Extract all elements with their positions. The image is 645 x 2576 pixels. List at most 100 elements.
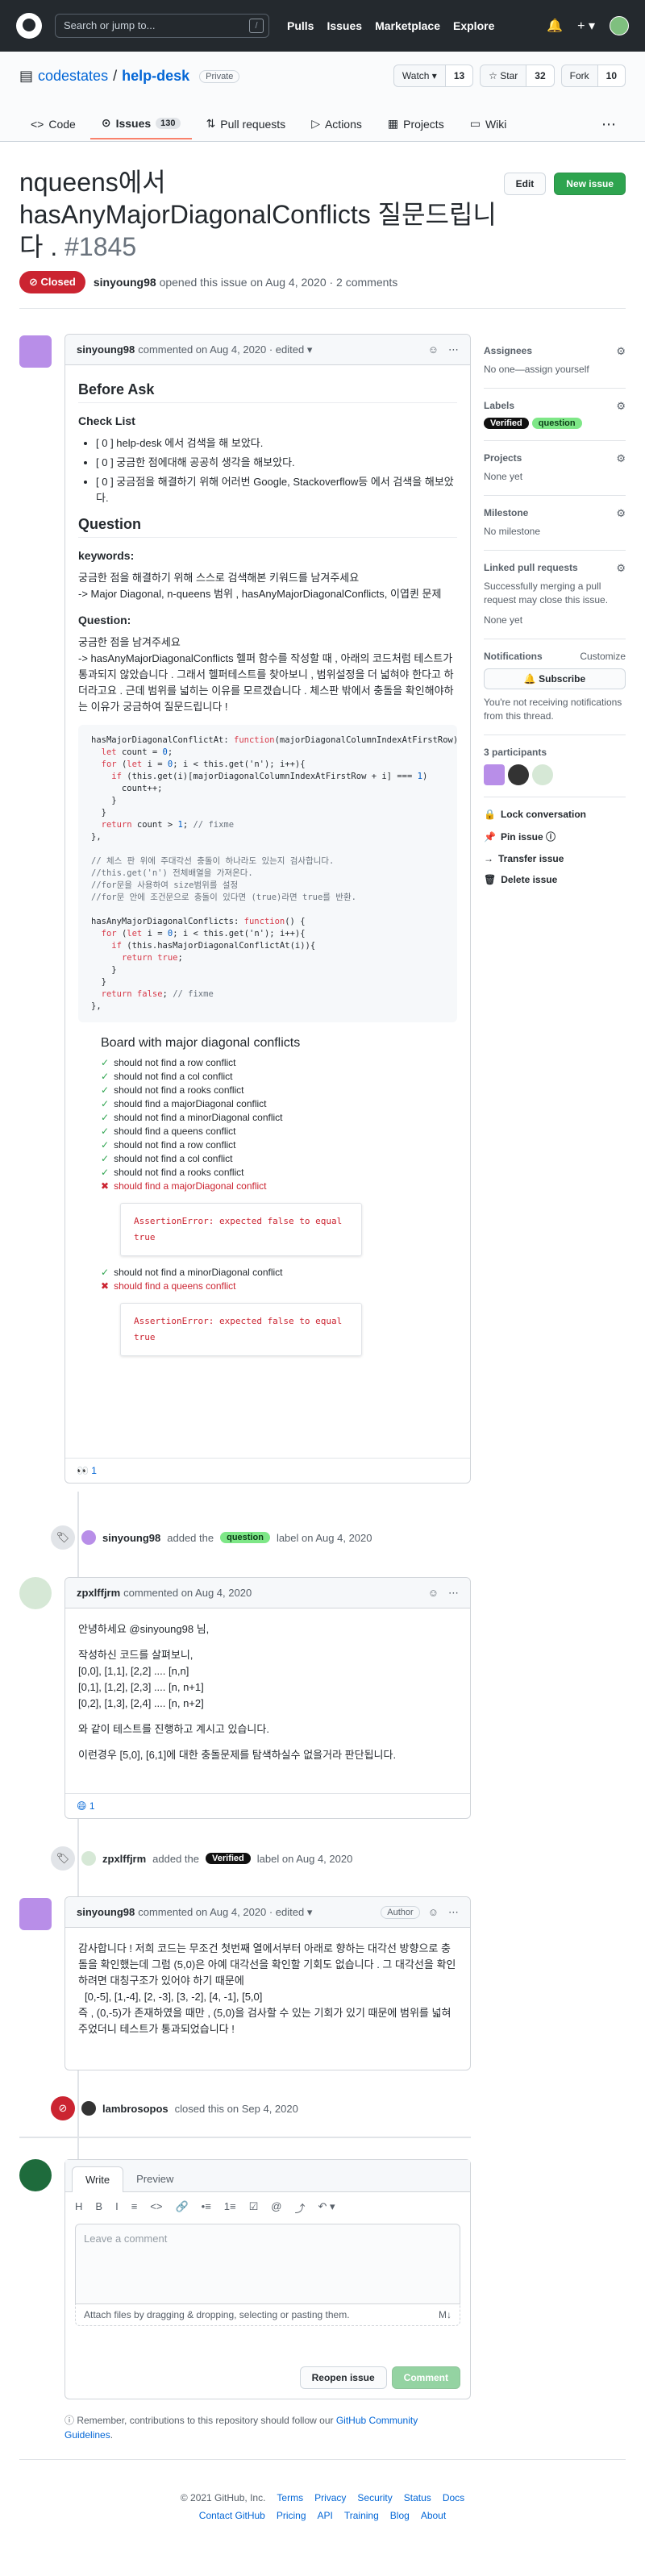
tab-preview[interactable]: Preview bbox=[123, 2166, 186, 2191]
numbered-list-icon[interactable]: 1≡ bbox=[224, 2200, 236, 2216]
event-author[interactable]: lambrosopos bbox=[102, 2103, 169, 2115]
bold-icon[interactable]: B bbox=[95, 2200, 102, 2216]
label-question[interactable]: question bbox=[531, 418, 582, 429]
edit-button[interactable]: Edit bbox=[503, 173, 547, 195]
avatar[interactable] bbox=[484, 764, 505, 785]
comment-textarea[interactable]: Leave a comment bbox=[75, 2224, 460, 2304]
star-button[interactable]: ☆ Star 32 bbox=[480, 65, 555, 87]
avatar[interactable] bbox=[19, 335, 52, 368]
bullet-list-icon[interactable]: •≡ bbox=[202, 2200, 211, 2216]
footer-link[interactable]: About bbox=[421, 2510, 446, 2521]
transfer-issue-button[interactable]: → Transfer issue bbox=[484, 853, 626, 864]
avatar[interactable] bbox=[19, 1898, 52, 1930]
heading-icon[interactable]: H bbox=[75, 2200, 82, 2216]
comment-button[interactable]: Comment bbox=[391, 2366, 460, 2389]
italic-icon[interactable]: I bbox=[115, 2200, 119, 2216]
star-count[interactable]: 32 bbox=[526, 65, 554, 86]
paragraph: 와 같이 테스트를 진행하고 계시고 있습니다. bbox=[78, 1723, 269, 1735]
kebab-menu-icon[interactable]: ⋯ bbox=[448, 343, 459, 356]
code-icon[interactable]: <> bbox=[150, 2200, 162, 2216]
issue-author-link[interactable]: sinyoung98 bbox=[94, 276, 156, 289]
github-logo-icon[interactable] bbox=[16, 13, 42, 39]
footer-link[interactable]: Pricing bbox=[277, 2510, 306, 2521]
watch-count[interactable]: 13 bbox=[444, 65, 473, 86]
gear-icon[interactable]: ⚙ bbox=[616, 507, 626, 520]
nav-explore[interactable]: Explore bbox=[453, 19, 494, 32]
footer-link[interactable]: API bbox=[318, 2510, 333, 2521]
smiley-icon[interactable]: ☺ bbox=[428, 1906, 439, 1919]
tab-projects[interactable]: ▦ Projects bbox=[377, 108, 456, 139]
nav-issues[interactable]: Issues bbox=[327, 19, 362, 32]
label-verified[interactable]: Verified bbox=[206, 1853, 251, 1864]
gear-icon[interactable]: ⚙ bbox=[616, 400, 626, 413]
tab-pull-requests[interactable]: ⇅ Pull requests bbox=[195, 108, 298, 139]
new-issue-button[interactable]: New issue bbox=[554, 173, 626, 195]
event-author[interactable]: zpxlffjrm bbox=[102, 1853, 146, 1865]
reopen-issue-button[interactable]: Reopen issue bbox=[299, 2366, 387, 2389]
avatar[interactable] bbox=[508, 764, 529, 785]
quote-icon[interactable]: ≡ bbox=[131, 2200, 138, 2216]
delete-issue-button[interactable]: 🗑 Delete issue bbox=[484, 874, 626, 885]
customize-link[interactable]: Customize bbox=[580, 651, 626, 662]
footer-link[interactable]: Security bbox=[357, 2492, 392, 2503]
comment-meta[interactable]: commented on Aug 4, 2020 · edited ▾ bbox=[138, 1906, 312, 1919]
avatar[interactable] bbox=[19, 2159, 52, 2191]
comment-author-link[interactable]: zpxlffjrm bbox=[77, 1587, 120, 1599]
plus-menu-icon[interactable]: + ▾ bbox=[577, 18, 595, 34]
tab-actions[interactable]: ▷ Actions bbox=[300, 108, 373, 139]
reaction-smile[interactable]: 😄 1 bbox=[65, 1793, 470, 1818]
repo-owner-link[interactable]: codestates bbox=[38, 68, 108, 85]
avatar[interactable] bbox=[81, 1851, 96, 1866]
search-input[interactable]: Search or jump to... / bbox=[55, 14, 269, 38]
footer-link[interactable]: Status bbox=[404, 2492, 431, 2503]
avatar[interactable] bbox=[81, 2101, 96, 2116]
reply-icon[interactable]: ↶ ▾ bbox=[318, 2200, 335, 2216]
link-icon[interactable]: 🔗 bbox=[175, 2200, 188, 2216]
kebab-menu-icon[interactable]: ⋯ bbox=[448, 1906, 459, 1919]
nav-marketplace[interactable]: Marketplace bbox=[375, 19, 440, 32]
pin-issue-button[interactable]: 📌 Pin issue ⓘ bbox=[484, 830, 626, 843]
label-question[interactable]: question bbox=[220, 1532, 270, 1543]
smiley-icon[interactable]: ☺ bbox=[428, 343, 439, 356]
footer-link[interactable]: Terms bbox=[277, 2492, 303, 2503]
nav-pulls[interactable]: Pulls bbox=[287, 19, 314, 32]
footer-link[interactable]: Privacy bbox=[314, 2492, 346, 2503]
more-options-icon[interactable]: ⋯ bbox=[601, 116, 616, 133]
gear-icon[interactable]: ⚙ bbox=[616, 562, 626, 575]
label-verified[interactable]: Verified bbox=[484, 418, 529, 429]
reference-icon[interactable]: ⤴ bbox=[294, 2200, 305, 2216]
smiley-icon[interactable]: ☺ bbox=[428, 1587, 439, 1600]
watch-button[interactable]: Watch ▾ 13 bbox=[393, 65, 474, 87]
reaction-eyes[interactable]: 👀 1 bbox=[65, 1458, 470, 1483]
gear-icon[interactable]: ⚙ bbox=[616, 345, 626, 358]
user-avatar[interactable] bbox=[610, 16, 629, 35]
tab-issues[interactable]: ⊙ Issues 130 bbox=[89, 108, 192, 139]
tab-code[interactable]: <> Code bbox=[19, 108, 87, 139]
kebab-menu-icon[interactable]: ⋯ bbox=[448, 1587, 459, 1600]
mention-icon[interactable]: @ bbox=[271, 2200, 281, 2216]
footer-link[interactable]: Training bbox=[344, 2510, 379, 2521]
repo-name-link[interactable]: help-desk bbox=[122, 68, 189, 85]
footer-link[interactable]: Contact GitHub bbox=[199, 2510, 265, 2521]
gear-icon[interactable]: ⚙ bbox=[616, 452, 626, 465]
comment-meta[interactable]: commented on Aug 4, 2020 bbox=[123, 1587, 252, 1599]
event-author[interactable]: sinyoung98 bbox=[102, 1532, 160, 1544]
comment-author-link[interactable]: sinyoung98 bbox=[77, 1906, 135, 1918]
tab-wiki[interactable]: ▭ Wiki bbox=[459, 108, 518, 139]
lock-conversation-button[interactable]: 🔒 Lock conversation bbox=[484, 809, 626, 820]
comment-meta[interactable]: commented on Aug 4, 2020 · edited ▾ bbox=[138, 343, 312, 356]
avatar[interactable] bbox=[81, 1530, 96, 1545]
comment-author-link[interactable]: sinyoung98 bbox=[77, 343, 135, 356]
footer-link[interactable]: Docs bbox=[443, 2492, 464, 2503]
assign-yourself-link[interactable]: No one—assign yourself bbox=[484, 363, 626, 377]
fork-button[interactable]: Fork 10 bbox=[560, 65, 626, 87]
tab-write[interactable]: Write bbox=[72, 2166, 124, 2192]
avatar[interactable] bbox=[19, 1577, 52, 1609]
avatar[interactable] bbox=[532, 764, 553, 785]
subscribe-button[interactable]: 🔔 Subscribe bbox=[484, 668, 626, 689]
footer-link[interactable]: Blog bbox=[390, 2510, 410, 2521]
task-list-icon[interactable]: ☑ bbox=[249, 2200, 259, 2216]
bell-icon[interactable]: 🔔 bbox=[547, 18, 563, 34]
attach-files-area[interactable]: Attach files by dragging & dropping, sel… bbox=[75, 2304, 460, 2326]
fork-count[interactable]: 10 bbox=[597, 65, 625, 86]
